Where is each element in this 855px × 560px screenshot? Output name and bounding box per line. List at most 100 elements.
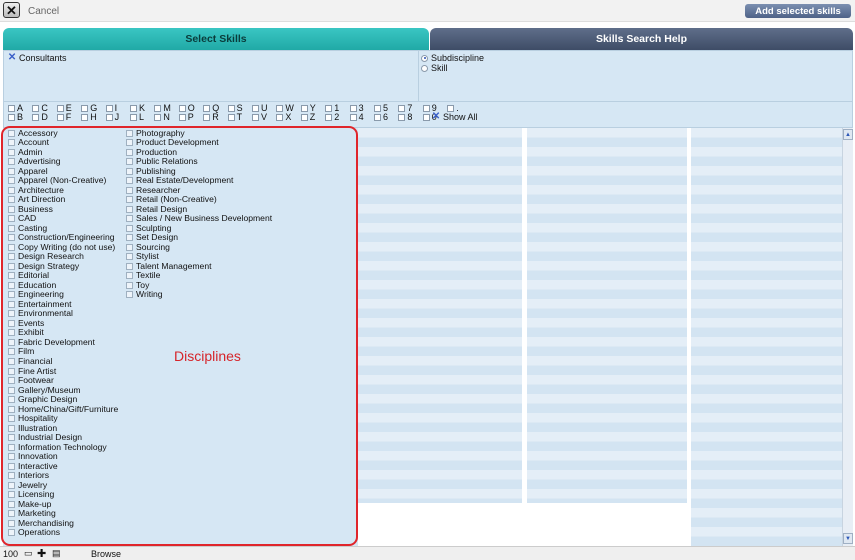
letter-filter[interactable]: L [130,112,144,122]
checkbox[interactable] [300,104,308,112]
consultants-filter[interactable]: ✕ Consultants [8,53,67,64]
letter-filter[interactable]: J [105,112,120,122]
checkbox[interactable] [300,113,308,121]
show-all-label: Show All [443,112,478,122]
letter-label: J [114,112,120,122]
letter-label: N [163,112,170,122]
letter-label: R [212,112,219,122]
checkbox[interactable] [374,113,381,121]
letter-filter[interactable]: T [227,112,243,122]
checkbox[interactable] [252,113,259,121]
layout-icon[interactable]: ▤ [52,548,61,559]
cancel-button[interactable]: Cancel [28,6,59,17]
letter-filter[interactable]: D [32,112,48,122]
checkbox[interactable] [276,104,284,112]
zoom-in-icon[interactable]: ✚ [37,547,46,560]
letter-filter[interactable]: Z [300,112,316,122]
letter-label: L [139,112,145,122]
letter-label: B [17,112,24,122]
checkbox[interactable] [398,113,406,121]
results-column-3 [527,128,687,503]
letter-label: F [65,112,72,122]
tab-skills-search-help[interactable]: Skills Search Help [430,28,853,50]
checkbox[interactable] [447,104,455,112]
radio-icon[interactable] [421,64,428,72]
checkbox[interactable] [203,113,211,121]
subdiscipline-radio[interactable]: Subdiscipline [421,53,484,63]
results-column-2 [358,128,522,503]
checkbox[interactable] [81,113,89,121]
letter-label: T [236,112,243,122]
checkbox[interactable] [154,104,162,112]
consultants-label: Consultants [19,53,67,63]
checkbox[interactable] [178,104,186,112]
checkbox[interactable] [81,104,89,112]
checkbox[interactable] [422,113,430,121]
zoom-level: 100 [3,549,19,559]
checkbox[interactable] [398,104,406,112]
scroll-up-icon[interactable]: ▲ [843,129,853,140]
letter-filter[interactable]: X [276,112,291,122]
checkbox[interactable] [227,104,235,112]
scroll-down-icon[interactable]: ▼ [843,533,853,544]
checkbox[interactable] [374,104,381,112]
disciplines-highlight [1,126,358,546]
checkbox[interactable] [252,104,259,112]
toolbar [0,0,855,22]
checkbox[interactable] [325,113,333,121]
tab-select-skills[interactable]: Select Skills [3,28,429,50]
checkbox[interactable] [56,113,64,121]
checkbox[interactable] [325,104,333,112]
checkbox[interactable] [56,104,64,112]
letter-label: P [187,112,194,122]
letter-filter[interactable]: B [8,112,23,122]
divider [418,50,419,102]
letter-filter[interactable]: H [81,112,97,122]
scrollbar[interactable]: ▲ ▼ [842,128,853,546]
checkbox[interactable] [32,104,40,112]
checkbox[interactable] [227,113,235,121]
letter-filter[interactable]: V [252,112,267,122]
checkbox[interactable] [32,113,40,121]
results-column-4 [691,128,842,546]
checkbox[interactable] [8,113,15,121]
letter-label: 6 [383,112,389,122]
subdiscipline-label: Subdiscipline [431,53,485,63]
checkbox[interactable] [349,104,357,112]
letter-filter[interactable]: 4 [349,112,364,122]
skill-label: Skill [431,63,448,73]
checkbox[interactable] [105,104,113,112]
divider [3,101,853,102]
letter-filter[interactable]: 8 [398,112,412,122]
letter-label: H [90,112,97,122]
checkbox[interactable] [130,113,137,121]
checkbox[interactable] [105,113,113,121]
checked-icon[interactable]: ✕ [432,112,440,122]
checkbox[interactable] [349,113,357,121]
letter-filter[interactable]: P [178,112,194,122]
checkbox[interactable] [154,113,162,121]
letter-label: Z [309,112,316,122]
skill-radio[interactable]: Skill [421,63,448,73]
checked-icon[interactable]: ✕ [8,53,16,63]
checkbox[interactable] [422,104,430,112]
checkbox[interactable] [276,113,284,121]
checkbox[interactable] [178,113,186,121]
radio-selected-icon[interactable] [421,54,428,62]
letter-label: D [41,112,48,122]
show-all-filter[interactable]: ✕ Show All [432,112,478,123]
disciplines-annotation: Disciplines [174,348,241,364]
close-icon[interactable]: ✕ [3,2,20,18]
checkbox[interactable] [203,104,211,112]
add-selected-skills-button[interactable]: Add selected skills [745,4,851,18]
mode-label: Browse [91,549,122,559]
checkbox[interactable] [8,104,15,112]
zoom-out-icon[interactable]: ▭ [24,548,33,559]
checkbox[interactable] [130,104,137,112]
letter-filter[interactable]: 6 [374,112,388,122]
letter-filter[interactable]: F [56,112,72,122]
letter-label: V [261,112,268,122]
letter-filter[interactable]: N [154,112,170,122]
letter-filter[interactable]: 2 [325,112,339,122]
letter-filter[interactable]: R [203,112,219,122]
